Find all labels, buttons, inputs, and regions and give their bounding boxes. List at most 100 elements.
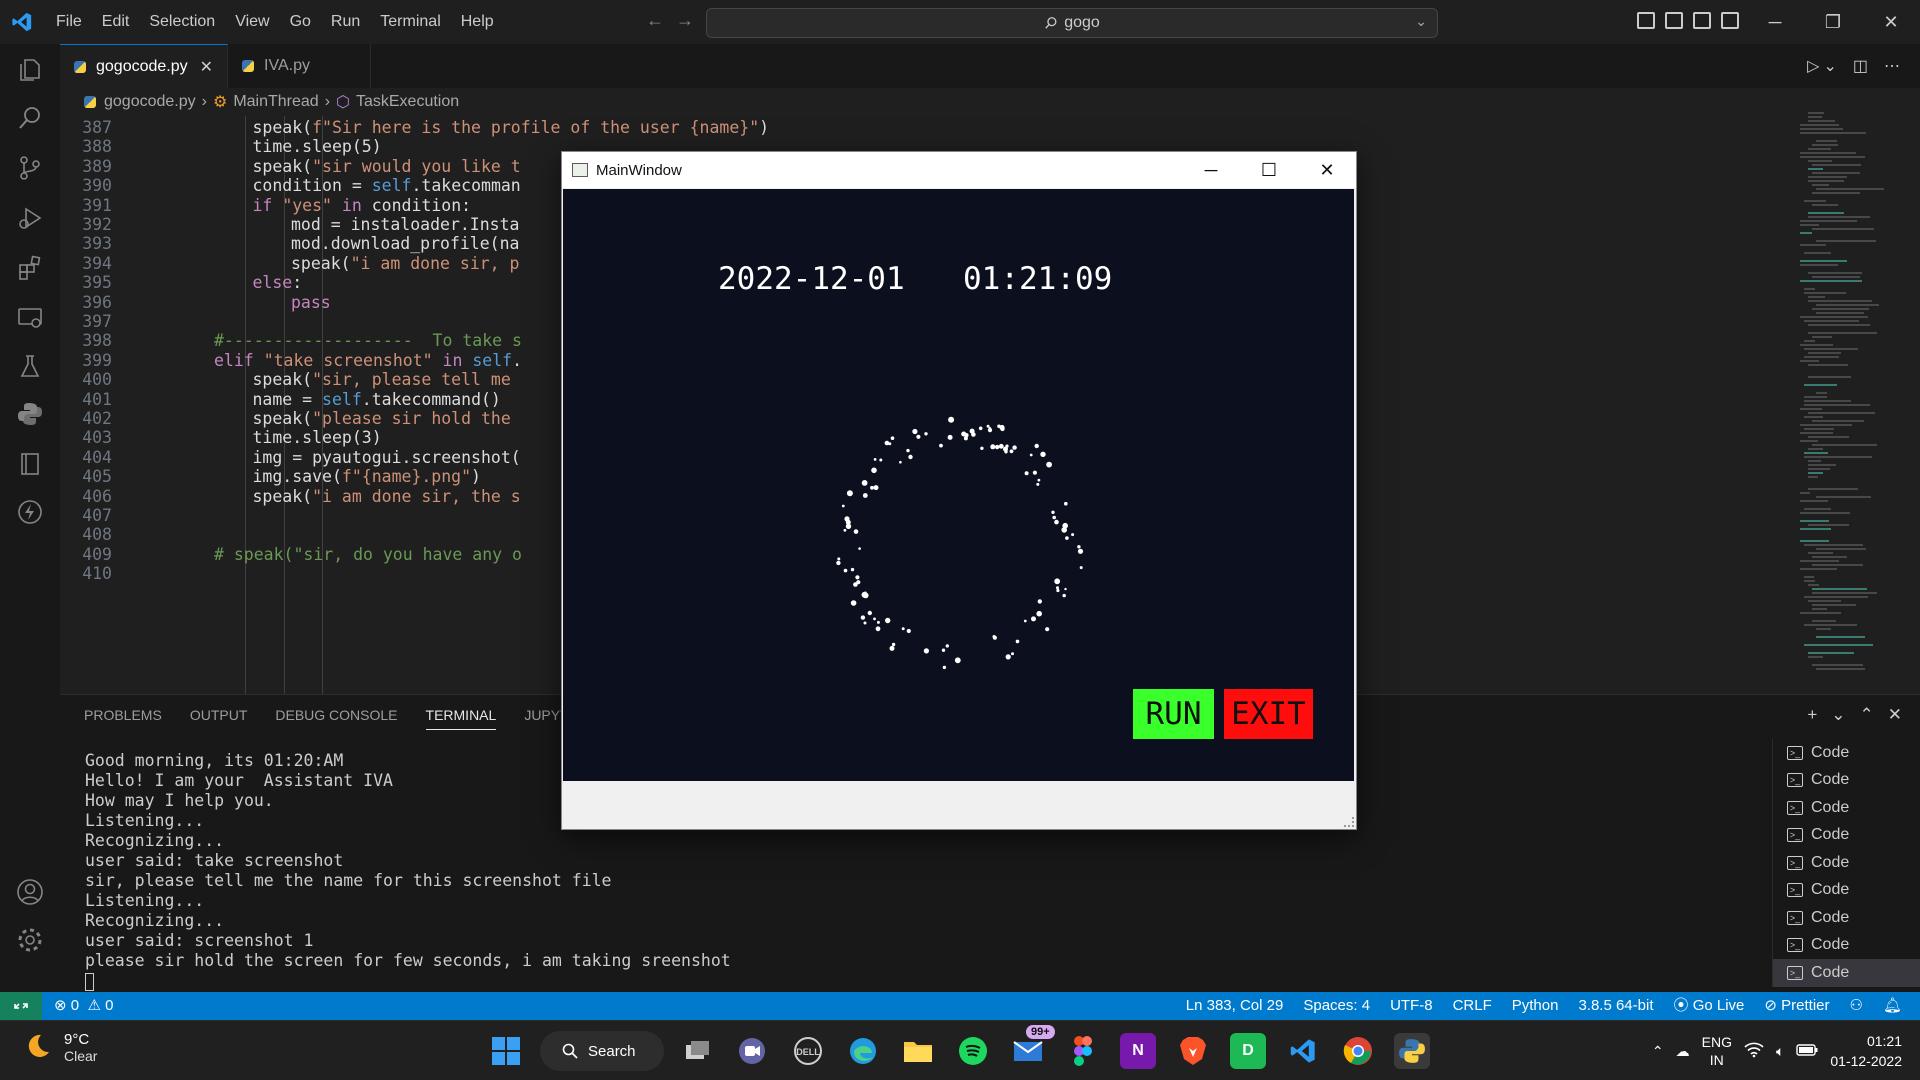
d-app-icon[interactable]: D: [1230, 1033, 1266, 1069]
extensions-icon[interactable]: [14, 252, 46, 284]
toggle-sidebar-icon[interactable]: [1637, 12, 1655, 29]
encoding[interactable]: UTF-8: [1390, 992, 1433, 1020]
tab-problems[interactable]: PROBLEMS: [84, 707, 162, 730]
search-icon[interactable]: [14, 102, 46, 134]
maximize-panel-icon[interactable]: ⌃: [1860, 705, 1874, 725]
terminal-instance-item[interactable]: >_ Code: [1773, 932, 1920, 960]
terminal-prompt[interactable]: [85, 971, 731, 991]
run-button[interactable]: RUN: [1133, 689, 1214, 739]
split-editor-icon[interactable]: ◫: [1853, 56, 1868, 76]
terminal-instance-item[interactable]: >_ Code: [1773, 767, 1920, 795]
windows-start-icon[interactable]: [488, 1033, 524, 1069]
menu-file[interactable]: File: [46, 0, 92, 44]
command-center-search[interactable]: gogo ⌄: [706, 8, 1438, 38]
terminal-instance-item[interactable]: >_ Code: [1773, 822, 1920, 850]
task-view-icon[interactable]: [680, 1033, 716, 1069]
line-endings[interactable]: CRLF: [1453, 992, 1492, 1020]
terminal-instance-item[interactable]: >_ Code: [1773, 904, 1920, 932]
tab-gogocode[interactable]: gogocode.py ✕: [60, 44, 229, 88]
feedback-icon[interactable]: ⚇: [1850, 992, 1863, 1020]
brave-browser-icon[interactable]: [1175, 1033, 1211, 1069]
teams-chat-icon[interactable]: [734, 1033, 770, 1069]
settings-gear-icon[interactable]: [14, 924, 46, 956]
terminal-instance-item[interactable]: >_ Code: [1773, 877, 1920, 905]
resize-grip-icon[interactable]: [1344, 817, 1354, 827]
onenote-icon[interactable]: N: [1120, 1033, 1156, 1069]
explorer-icon[interactable]: [14, 54, 46, 86]
account-icon[interactable]: [14, 876, 46, 908]
tab-terminal[interactable]: TERMINAL: [425, 707, 497, 730]
forward-arrow-icon[interactable]: →: [676, 10, 694, 31]
minimize-icon[interactable]: ─: [1746, 0, 1804, 44]
terminal-instance-item[interactable]: >_ Code: [1773, 849, 1920, 877]
notebook-icon[interactable]: [14, 448, 46, 480]
tab-debug-console[interactable]: DEBUG CONSOLE: [275, 707, 397, 730]
tab-iva[interactable]: IVA.py: [228, 44, 371, 88]
mail-icon[interactable]: 99+: [1010, 1025, 1055, 1069]
back-arrow-icon[interactable]: ←: [646, 10, 664, 31]
show-hidden-icons-chevron[interactable]: ⌃: [1652, 1043, 1664, 1060]
volume-icon[interactable]: 🔈︎: [1776, 1043, 1784, 1060]
restore-icon[interactable]: ❐: [1804, 0, 1862, 44]
input-language[interactable]: ENG IN: [1702, 1033, 1732, 1069]
python-interpreter[interactable]: 3.8.5 64-bit: [1578, 992, 1653, 1020]
chevron-down-icon[interactable]: ⌄: [1415, 13, 1427, 30]
terminal-instance-item[interactable]: >_ Code: [1773, 739, 1920, 767]
remote-explorer-icon[interactable]: [14, 302, 46, 334]
terminal-instance-item[interactable]: >_ Code: [1773, 959, 1920, 987]
remote-indicator-icon[interactable]: [0, 992, 42, 1020]
python-icon[interactable]: [14, 398, 46, 430]
run-debug-icon[interactable]: [14, 202, 46, 234]
battery-icon[interactable]: [1796, 1043, 1818, 1059]
edge-browser-icon[interactable]: [845, 1033, 881, 1069]
figma-icon[interactable]: [1065, 1033, 1101, 1069]
vscode-taskbar-icon[interactable]: [1285, 1033, 1321, 1069]
terminal-instance-item[interactable]: >_ Code: [1773, 794, 1920, 822]
prettier[interactable]: ⊘ Prettier: [1764, 992, 1829, 1020]
taskbar-clock[interactable]: 01:21 01-12-2022: [1830, 1031, 1902, 1071]
breadcrumb-method[interactable]: TaskExecution: [356, 93, 459, 111]
language-mode[interactable]: Python: [1512, 992, 1559, 1020]
close-icon[interactable]: ✕: [200, 57, 213, 77]
wifi-icon[interactable]: [1744, 1042, 1764, 1061]
exit-button[interactable]: EXIT: [1224, 689, 1313, 739]
menu-selection[interactable]: Selection: [139, 0, 225, 44]
minimap[interactable]: [1796, 112, 1904, 694]
chrome-icon[interactable]: [1340, 1033, 1376, 1069]
close-panel-icon[interactable]: ✕: [1888, 705, 1902, 725]
cursor-position[interactable]: Ln 383, Col 29: [1186, 992, 1284, 1020]
toggle-panel-icon[interactable]: [1665, 12, 1683, 29]
problems-status[interactable]: ⊗ 0 ⚠ 0: [54, 992, 113, 1020]
breadcrumb-file[interactable]: gogocode.py: [104, 93, 196, 111]
go-live[interactable]: ⦿ Go Live: [1674, 992, 1745, 1020]
maximize-icon[interactable]: ☐: [1240, 152, 1298, 188]
qt-title-bar[interactable]: MainWindow ─ ☐ ✕: [562, 152, 1356, 188]
notifications-bell-icon[interactable]: 🔔︎: [1883, 992, 1902, 1020]
indentation[interactable]: Spaces: 4: [1303, 992, 1370, 1020]
thunder-icon[interactable]: [14, 496, 46, 528]
run-python-icon[interactable]: ▷: [1807, 56, 1819, 76]
minimize-icon[interactable]: ─: [1182, 152, 1240, 188]
file-explorer-icon[interactable]: [900, 1033, 936, 1069]
chevron-down-icon[interactable]: ⌄: [1823, 56, 1836, 76]
breadcrumb-class[interactable]: MainThread: [233, 93, 318, 111]
menu-edit[interactable]: Edit: [92, 0, 140, 44]
testing-icon[interactable]: [14, 350, 46, 382]
more-actions-icon[interactable]: ⋯: [1884, 56, 1900, 76]
spotify-icon[interactable]: [955, 1033, 991, 1069]
dell-icon[interactable]: DELL: [790, 1033, 826, 1069]
add-terminal-icon[interactable]: +: [1807, 705, 1817, 725]
menu-terminal[interactable]: Terminal: [370, 0, 450, 44]
source-control-icon[interactable]: [14, 152, 46, 184]
taskbar-search[interactable]: Search: [540, 1031, 664, 1071]
chevron-down-icon[interactable]: ⌄: [1831, 705, 1845, 725]
weather-widget[interactable]: 9°C Clear: [22, 1031, 97, 1064]
customize-layout-icon[interactable]: [1721, 12, 1739, 29]
python-app-icon[interactable]: [1394, 1033, 1430, 1069]
menu-view[interactable]: View: [225, 0, 279, 44]
menu-go[interactable]: Go: [280, 0, 321, 44]
close-icon[interactable]: ✕: [1862, 0, 1920, 44]
toggle-secondary-sidebar-icon[interactable]: [1693, 12, 1711, 29]
tab-output[interactable]: OUTPUT: [190, 707, 248, 730]
menu-help[interactable]: Help: [451, 0, 504, 44]
